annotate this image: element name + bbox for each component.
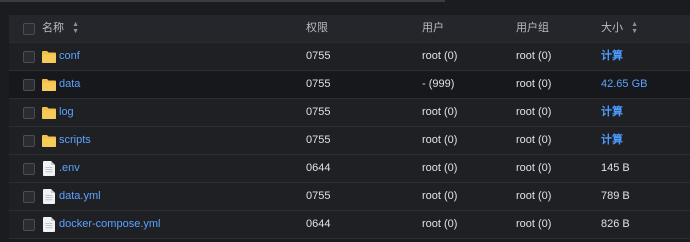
size-cell[interactable]: 42.65 GB [601, 71, 647, 98]
folder-icon [42, 78, 56, 91]
calculate-size-button[interactable]: 计算 [601, 99, 623, 126]
row-checkbox[interactable] [23, 51, 35, 63]
group-cell: root (0) [516, 218, 552, 230]
perm-cell: 0644 [306, 162, 331, 174]
sort-icon[interactable]: ▲ ▼ [631, 21, 638, 35]
user-cell: root (0) [422, 190, 458, 202]
column-perm-header: 权限 [306, 22, 328, 34]
user-cell: root (0) [422, 218, 458, 230]
file-name-link[interactable]: .env [59, 155, 80, 182]
table-row[interactable]: .env 0644 root (0) root (0) 145 B [9, 155, 690, 183]
column-group-header: 用户组 [516, 22, 549, 34]
folder-icon [42, 106, 56, 119]
file-name-link[interactable]: log [59, 99, 74, 126]
table-body: conf 0755 root (0) root (0) 计算 data 0755 - (999… [9, 43, 690, 239]
column-name-header[interactable]: 名称 ▲ ▼ [42, 15, 79, 42]
top-bar [0, 0, 690, 14]
table-row[interactable]: scripts 0755 root (0) root (0) 计算 [9, 127, 690, 155]
folder-icon [42, 134, 56, 147]
file-table: 名称 ▲ ▼ 权限 用户 用户组 大小 ▲ ▼ conf 0755 root (0) ro… [9, 15, 690, 239]
row-checkbox[interactable] [23, 107, 35, 119]
file-icon [43, 161, 57, 176]
size-cell: 826 B [601, 218, 630, 230]
user-cell: - (999) [422, 78, 455, 90]
select-all-checkbox[interactable] [23, 23, 35, 35]
calculate-size-button[interactable]: 计算 [601, 127, 623, 154]
size-cell: 789 B [601, 190, 630, 202]
column-size-header[interactable]: 大小 ▲ ▼ [601, 15, 638, 42]
row-checkbox[interactable] [23, 135, 35, 147]
user-cell: root (0) [422, 50, 458, 62]
table-row[interactable]: data 0755 - (999) root (0) 42.65 GB [9, 71, 690, 99]
group-cell: root (0) [516, 134, 552, 146]
perm-cell: 0755 [306, 106, 331, 118]
user-cell: root (0) [422, 162, 458, 174]
file-name-link[interactable]: docker-compose.yml [59, 211, 160, 238]
row-checkbox[interactable] [23, 191, 35, 203]
file-name-link[interactable]: conf [59, 43, 80, 70]
column-size-label: 大小 [601, 22, 623, 34]
row-checkbox[interactable] [23, 79, 35, 91]
size-cell: 145 B [601, 162, 630, 174]
perm-cell: 0755 [306, 78, 331, 90]
file-name-link[interactable]: data.yml [59, 183, 101, 210]
file-icon [43, 217, 57, 232]
top-bar-accent [0, 0, 445, 2]
user-cell: root (0) [422, 106, 458, 118]
perm-cell: 0644 [306, 218, 331, 230]
file-icon [43, 189, 57, 204]
table-row[interactable]: conf 0755 root (0) root (0) 计算 [9, 43, 690, 71]
row-checkbox[interactable] [23, 163, 35, 175]
row-checkbox[interactable] [23, 219, 35, 231]
table-row[interactable]: data.yml 0755 root (0) root (0) 789 B [9, 183, 690, 211]
table-row[interactable]: docker-compose.yml 0644 root (0) root (0) 82… [9, 211, 690, 239]
column-user-header: 用户 [422, 22, 444, 34]
group-cell: root (0) [516, 50, 552, 62]
group-cell: root (0) [516, 106, 552, 118]
sort-icon[interactable]: ▲ ▼ [72, 21, 79, 35]
group-cell: root (0) [516, 78, 552, 90]
perm-cell: 0755 [306, 50, 331, 62]
file-name-link[interactable]: scripts [59, 127, 91, 154]
perm-cell: 0755 [306, 190, 331, 202]
column-name-label: 名称 [42, 22, 64, 34]
calculate-size-button[interactable]: 计算 [601, 43, 623, 70]
table-row[interactable]: log 0755 root (0) root (0) 计算 [9, 99, 690, 127]
group-cell: root (0) [516, 162, 552, 174]
table-header: 名称 ▲ ▼ 权限 用户 用户组 大小 ▲ ▼ [9, 15, 690, 43]
user-cell: root (0) [422, 134, 458, 146]
perm-cell: 0755 [306, 134, 331, 146]
file-name-link[interactable]: data [59, 71, 80, 98]
folder-icon [42, 50, 56, 63]
group-cell: root (0) [516, 190, 552, 202]
